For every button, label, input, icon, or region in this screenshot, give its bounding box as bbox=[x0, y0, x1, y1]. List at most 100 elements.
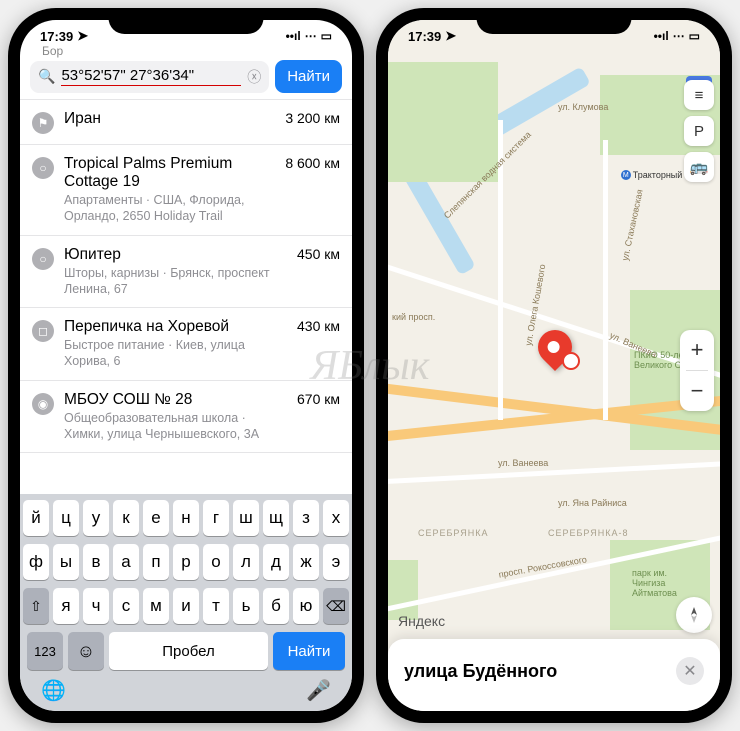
target-dot-icon bbox=[562, 352, 580, 370]
letter-key[interactable]: з bbox=[293, 500, 319, 536]
street-label: ул. Яна Райниса bbox=[558, 498, 627, 508]
result-title: Иран bbox=[64, 110, 275, 128]
layers-icon: ≡ bbox=[695, 87, 704, 104]
layers-button[interactable]: ≡ bbox=[684, 80, 714, 110]
bottom-title: улица Будённого bbox=[404, 661, 557, 682]
search-box[interactable]: 🔍 53°52'57" 27°36'34" ⓧ bbox=[30, 61, 269, 93]
letter-key[interactable]: я bbox=[53, 588, 79, 624]
zoom-out-button[interactable]: − bbox=[680, 371, 714, 411]
globe-key[interactable]: 🌐 bbox=[41, 678, 66, 703]
map[interactable]: ул. Клумова Слепянская водная система ул… bbox=[388, 20, 720, 711]
signal-icon: ••ıl bbox=[286, 29, 301, 43]
shift-key[interactable]: ⇧ bbox=[23, 588, 49, 624]
location-arrow-icon: ➤ bbox=[77, 28, 88, 44]
result-distance: 8 600 км bbox=[285, 155, 340, 171]
letter-key[interactable]: к bbox=[113, 500, 139, 536]
result-distance: 450 км bbox=[297, 246, 340, 262]
location-arrow-icon: ➤ bbox=[445, 28, 456, 44]
result-title: Tropical Palms Premium Cottage 19 bbox=[64, 155, 275, 191]
result-title: Юпитер bbox=[64, 246, 287, 264]
screen-left: 17:39 ➤ ••ıl ⋯ ▭ Бор 🔍 53°52'57" 27°36'3… bbox=[20, 20, 352, 711]
battery-icon: ▭ bbox=[321, 29, 332, 43]
letter-key[interactable]: э bbox=[323, 544, 349, 580]
metro-icon: M bbox=[621, 170, 631, 180]
letter-key[interactable]: и bbox=[173, 588, 199, 624]
zoom-in-button[interactable]: + bbox=[680, 330, 714, 370]
result-item[interactable]: ○ Tropical Palms Premium Cottage 19 Апар… bbox=[20, 145, 352, 236]
park-label: парк им. Чингиза Айтматова bbox=[632, 568, 702, 598]
battery-icon: ▭ bbox=[689, 29, 700, 43]
keyboard[interactable]: йцукенгшщзх фывапролджэ ⇧ячсмитьбю⌫ 123 … bbox=[20, 494, 352, 711]
food-icon: ◻ bbox=[32, 320, 54, 342]
compass-button[interactable] bbox=[676, 597, 712, 633]
school-icon: ◉ bbox=[32, 393, 54, 415]
letter-key[interactable]: м bbox=[143, 588, 169, 624]
letter-key[interactable]: с bbox=[113, 588, 139, 624]
letter-key[interactable]: н bbox=[173, 500, 199, 536]
result-item[interactable]: ◻ Перепичка на Хоревой Быстрое питание ·… bbox=[20, 308, 352, 381]
letter-key[interactable]: р bbox=[173, 544, 199, 580]
screen-right: ул. Клумова Слепянская водная система ул… bbox=[388, 20, 720, 711]
district-label: СЕРЕБРЯНКА bbox=[418, 528, 488, 538]
letter-key[interactable]: в bbox=[83, 544, 109, 580]
letter-key[interactable]: е bbox=[143, 500, 169, 536]
status-time: 17:39 bbox=[40, 29, 73, 44]
result-item[interactable]: ○ Юпитер Шторы, карнизы · Брянск, проспе… bbox=[20, 236, 352, 309]
signal-icon: ••ıl bbox=[654, 29, 669, 43]
letter-key[interactable]: а bbox=[113, 544, 139, 580]
street-label: кий просп. bbox=[392, 312, 435, 322]
close-icon: ✕ bbox=[683, 661, 696, 681]
letter-key[interactable]: д bbox=[263, 544, 289, 580]
result-item[interactable]: ⚑ Иран 3 200 км bbox=[20, 100, 352, 145]
letter-key[interactable]: п bbox=[143, 544, 169, 580]
result-item[interactable]: ◉ МБОУ СОШ № 28 Общеобразовательная школ… bbox=[20, 381, 352, 454]
status-time: 17:39 bbox=[408, 29, 441, 44]
letter-key[interactable]: й bbox=[23, 500, 49, 536]
space-key[interactable]: Пробел bbox=[109, 632, 268, 670]
result-title: Перепичка на Хоревой bbox=[64, 318, 287, 336]
flag-icon: ⚑ bbox=[32, 112, 54, 134]
result-distance: 670 км bbox=[297, 391, 340, 407]
letter-key[interactable]: ф bbox=[23, 544, 49, 580]
letter-key[interactable]: г bbox=[203, 500, 229, 536]
compass-icon bbox=[685, 606, 703, 624]
letter-key[interactable]: ы bbox=[53, 544, 79, 580]
search-icon: 🔍 bbox=[38, 68, 55, 85]
wifi-icon: ⋯ bbox=[305, 29, 317, 43]
letter-key[interactable]: ж bbox=[293, 544, 319, 580]
letter-key[interactable]: ц bbox=[53, 500, 79, 536]
close-button[interactable]: ✕ bbox=[676, 657, 704, 685]
numbers-key[interactable]: 123 bbox=[27, 632, 63, 670]
result-title: МБОУ СОШ № 28 bbox=[64, 391, 287, 409]
result-distance: 3 200 км bbox=[285, 110, 340, 126]
map-logo: Яндекс bbox=[398, 613, 445, 629]
transit-button[interactable]: 🚌 bbox=[684, 152, 714, 182]
letter-key[interactable]: л bbox=[233, 544, 259, 580]
backspace-key[interactable]: ⌫ bbox=[323, 588, 349, 624]
letter-key[interactable]: ч bbox=[83, 588, 109, 624]
parking-button[interactable]: P bbox=[684, 116, 714, 146]
letter-key[interactable]: о bbox=[203, 544, 229, 580]
go-key[interactable]: Найти bbox=[273, 632, 345, 670]
bus-icon: 🚌 bbox=[690, 158, 709, 176]
result-subtitle: Шторы, карнизы · Брянск, проспект Ленина… bbox=[64, 265, 287, 298]
breadcrumb-hint: Бор bbox=[20, 44, 352, 58]
letter-key[interactable]: у bbox=[83, 500, 109, 536]
bottom-card[interactable]: улица Будённого ✕ bbox=[388, 639, 720, 711]
letter-key[interactable]: щ bbox=[263, 500, 289, 536]
results-list: ⚑ Иран 3 200 км ○ Tropical Palms Premium… bbox=[20, 99, 352, 453]
emoji-key[interactable]: ☺ bbox=[68, 632, 104, 670]
find-button[interactable]: Найти bbox=[275, 60, 342, 93]
letter-key[interactable]: ш bbox=[233, 500, 259, 536]
letter-key[interactable]: ь bbox=[233, 588, 259, 624]
letter-key[interactable]: б bbox=[263, 588, 289, 624]
clear-input-icon[interactable]: ⓧ bbox=[247, 67, 261, 87]
letter-key[interactable]: х bbox=[323, 500, 349, 536]
letter-key[interactable]: т bbox=[203, 588, 229, 624]
wifi-icon: ⋯ bbox=[673, 29, 685, 43]
letter-key[interactable]: ю bbox=[293, 588, 319, 624]
mic-key[interactable]: 🎤 bbox=[306, 678, 331, 703]
street-label: ул. Клумова bbox=[558, 102, 608, 112]
search-input[interactable]: 53°52'57" 27°36'34" bbox=[61, 67, 241, 86]
search-area: 🔍 53°52'57" 27°36'34" ⓧ Найти bbox=[20, 58, 352, 99]
